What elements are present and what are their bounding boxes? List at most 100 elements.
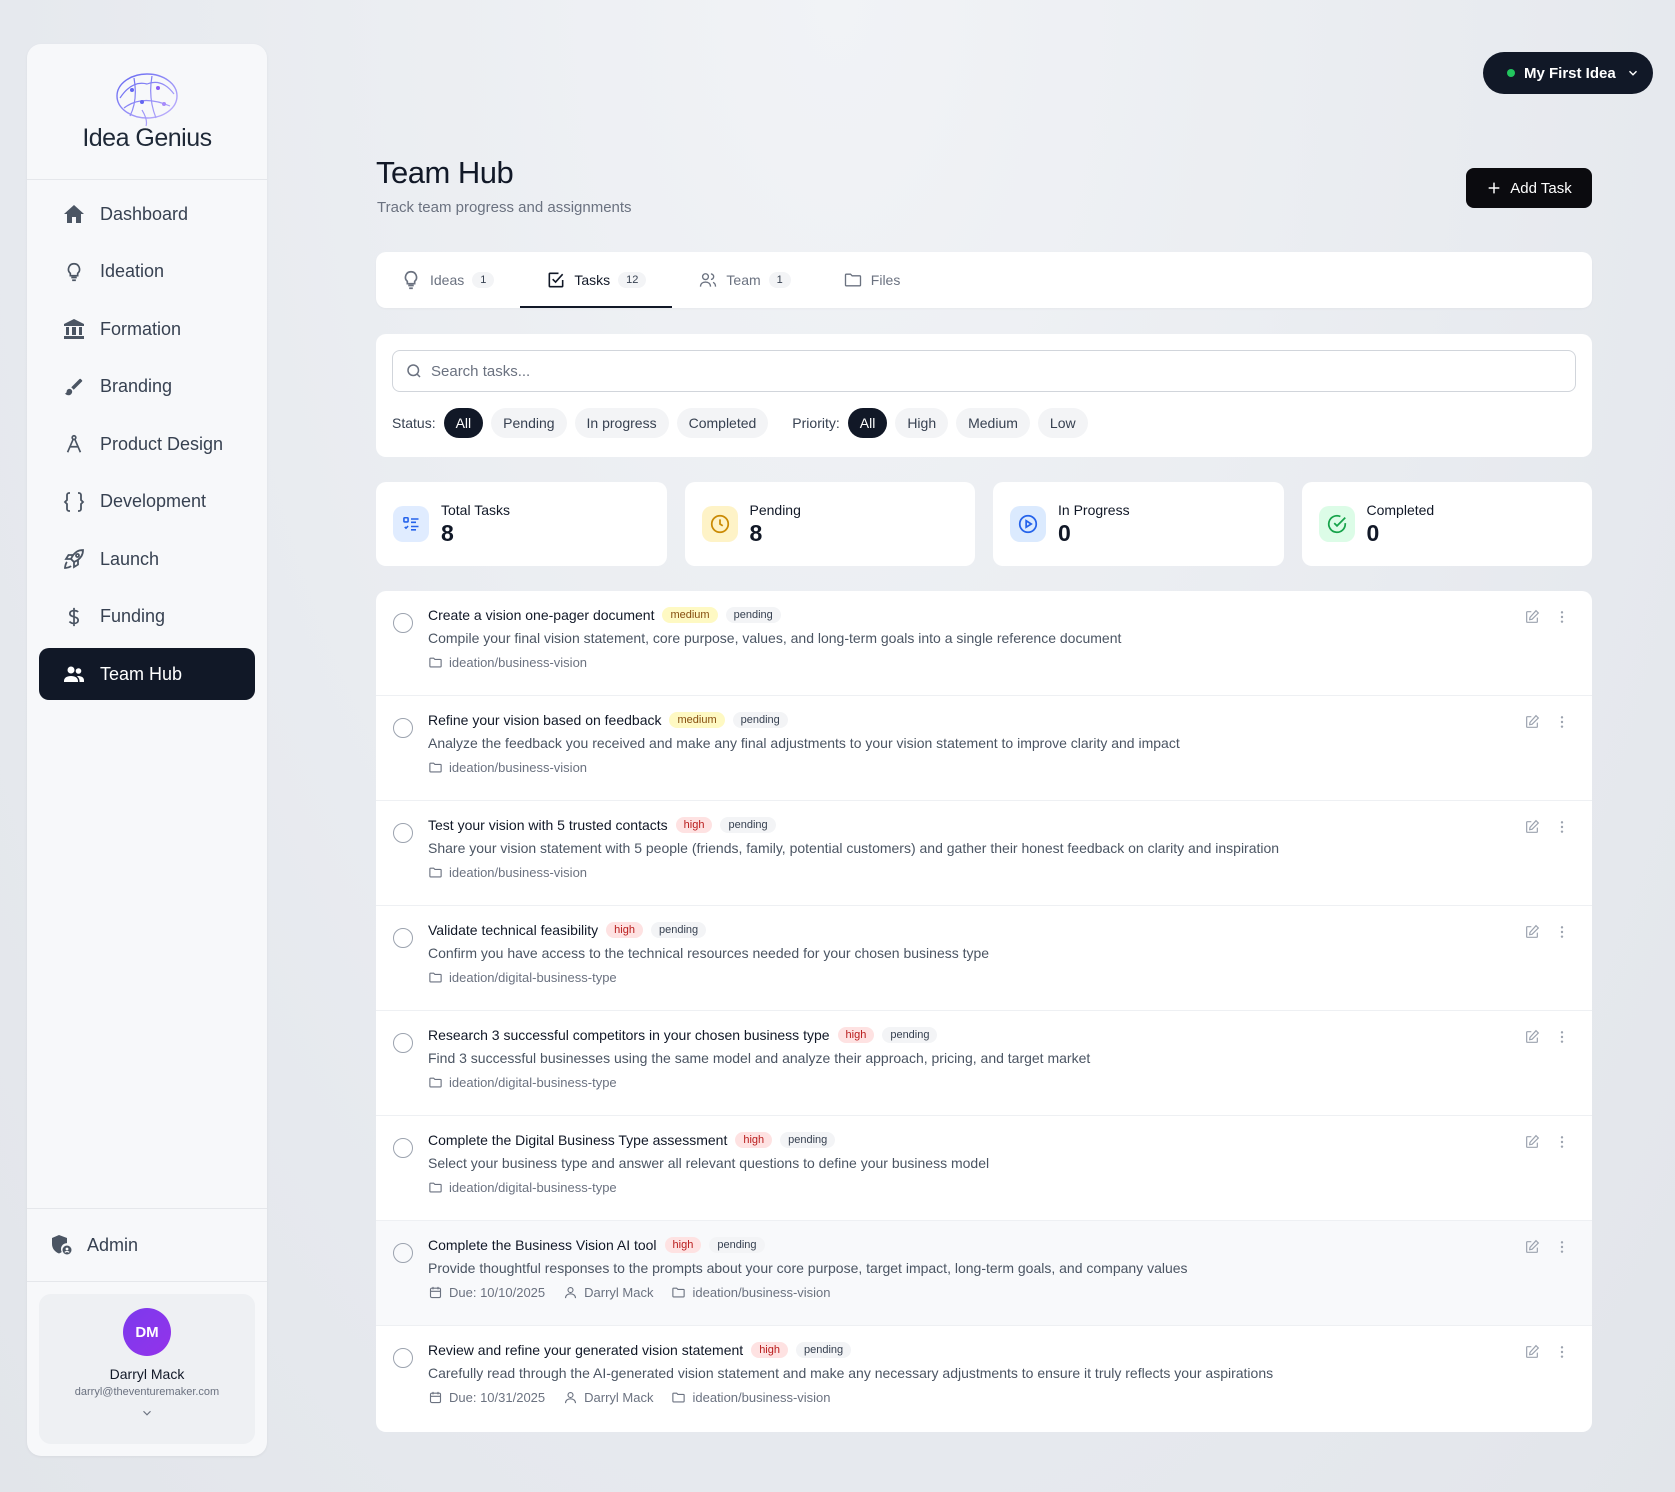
search-input[interactable] xyxy=(431,362,1575,380)
task-row[interactable]: Test your vision with 5 trusted contacts… xyxy=(376,801,1592,906)
task-path: ideation/digital-business-type xyxy=(428,1075,617,1090)
priority-chip-high[interactable]: High xyxy=(895,408,949,438)
sidebar-item-development[interactable]: Development xyxy=(39,476,255,528)
search-box[interactable] xyxy=(392,350,1576,392)
tab-count-badge: 1 xyxy=(768,272,791,288)
task-checkbox[interactable] xyxy=(393,823,413,843)
sidebar-item-admin[interactable]: Admin xyxy=(27,1208,267,1282)
task-checkbox[interactable] xyxy=(393,1033,413,1053)
sidebar-item-label: Formation xyxy=(100,318,182,339)
more-vertical-icon[interactable] xyxy=(1554,609,1570,625)
edit-icon[interactable] xyxy=(1524,1029,1540,1045)
edit-icon[interactable] xyxy=(1524,1134,1540,1150)
task-path: ideation/business-vision xyxy=(671,1390,831,1405)
sidebar-item-product-design[interactable]: Product Design xyxy=(39,418,255,470)
folder-icon xyxy=(428,655,443,670)
sidebar-item-ideation[interactable]: Ideation xyxy=(39,246,255,298)
sidebar-item-label: Product Design xyxy=(100,433,224,454)
idea-selector[interactable]: My First Idea xyxy=(1483,52,1653,94)
task-description: Find 3 successful businesses using the s… xyxy=(428,1050,1091,1066)
tab-files[interactable]: Files xyxy=(817,252,927,308)
more-vertical-icon[interactable] xyxy=(1554,924,1570,940)
task-checkbox[interactable] xyxy=(393,928,413,948)
path-text: ideation/business-vision xyxy=(692,1285,831,1300)
task-checkbox[interactable] xyxy=(393,613,413,633)
task-actions xyxy=(1524,1344,1570,1360)
task-checkbox[interactable] xyxy=(393,1243,413,1263)
tab-ideas[interactable]: Ideas 1 xyxy=(376,252,520,308)
chevron-down-icon[interactable] xyxy=(140,1406,154,1425)
priority-chip-all[interactable]: All xyxy=(847,408,888,438)
status-chip-in-progress[interactable]: In progress xyxy=(574,408,669,438)
status-chip-completed[interactable]: Completed xyxy=(676,408,769,438)
sidebar-nav: Dashboard Ideation Formation Branding Produc… xyxy=(27,180,267,1208)
list-icon xyxy=(393,506,429,542)
sidebar: Idea Genius Dashboard Ideation Formation Br… xyxy=(27,44,267,1456)
more-vertical-icon[interactable] xyxy=(1554,819,1570,835)
edit-icon[interactable] xyxy=(1524,1344,1540,1360)
tab-label: Team xyxy=(726,272,761,288)
status-chip-pending[interactable]: Pending xyxy=(491,408,567,438)
sidebar-item-label: Ideation xyxy=(100,261,165,281)
priority-filter-label: Priority: xyxy=(792,415,840,431)
sidebar-item-branding[interactable]: Branding xyxy=(39,361,255,413)
stat-value: 0 xyxy=(1058,519,1071,546)
add-task-label: Add Task xyxy=(1510,179,1572,197)
task-meta: ideation/business-vision xyxy=(428,655,1592,670)
brain-logo-icon xyxy=(116,73,178,127)
task-checkbox[interactable] xyxy=(393,718,413,738)
rocket-icon xyxy=(61,546,87,572)
brand-logo[interactable]: Idea Genius xyxy=(27,44,267,180)
more-vertical-icon[interactable] xyxy=(1554,1239,1570,1255)
task-row[interactable]: Refine your vision based on feedback medi… xyxy=(376,696,1592,801)
task-row[interactable]: Create a vision one-pager document medium… xyxy=(376,591,1592,696)
priority-chip-medium[interactable]: Medium xyxy=(956,408,1030,438)
sidebar-item-funding[interactable]: Funding xyxy=(39,591,255,643)
task-due-date: Due: 10/31/2025 xyxy=(428,1390,545,1405)
more-vertical-icon[interactable] xyxy=(1554,1134,1570,1150)
clock-icon xyxy=(701,506,738,542)
tab-label: Files xyxy=(870,272,901,288)
task-checkbox[interactable] xyxy=(393,1138,413,1158)
priority-badge: high xyxy=(606,922,643,938)
stat-value: 8 xyxy=(749,519,763,546)
task-actions xyxy=(1524,609,1570,625)
search-icon xyxy=(407,364,421,378)
edit-icon[interactable] xyxy=(1524,819,1540,835)
add-task-button[interactable]: Add Task xyxy=(1466,168,1592,208)
task-description: Provide thoughtful responses to the prom… xyxy=(428,1260,1188,1276)
stat-text: Total Tasks 8 xyxy=(441,502,510,547)
stat-text: Completed 0 xyxy=(1367,502,1435,547)
brush-icon xyxy=(61,374,87,400)
user-card[interactable]: DM Darryl Mack darryl@theventuremaker.co… xyxy=(39,1294,255,1444)
more-vertical-icon[interactable] xyxy=(1554,714,1570,730)
sidebar-item-launch[interactable]: Launch xyxy=(39,533,255,585)
task-path: ideation/business-vision xyxy=(428,760,587,775)
edit-icon[interactable] xyxy=(1524,609,1540,625)
task-title-row: Review and refine your generated vision … xyxy=(428,1342,1592,1358)
sidebar-item-formation[interactable]: Formation xyxy=(39,303,255,355)
task-meta: ideation/digital-business-type xyxy=(428,1180,1592,1195)
status-chip-all[interactable]: All xyxy=(443,408,484,438)
task-checkbox[interactable] xyxy=(393,1348,413,1368)
more-vertical-icon[interactable] xyxy=(1554,1029,1570,1045)
more-vertical-icon[interactable] xyxy=(1554,1344,1570,1360)
task-assignee: Darryl Mack xyxy=(563,1285,653,1300)
tab-team[interactable]: Team 1 xyxy=(672,252,816,308)
plus-icon xyxy=(1488,182,1500,194)
edit-icon[interactable] xyxy=(1524,924,1540,940)
edit-icon[interactable] xyxy=(1524,1239,1540,1255)
sidebar-item-team-hub[interactable]: Team Hub xyxy=(39,648,255,700)
task-row[interactable]: Complete the Business Vision AI tool high… xyxy=(376,1221,1592,1326)
task-row[interactable]: Validate technical feasibility high pendin… xyxy=(376,906,1592,1011)
priority-chip-low[interactable]: Low xyxy=(1037,408,1088,438)
task-actions xyxy=(1524,1134,1570,1150)
edit-icon[interactable] xyxy=(1524,714,1540,730)
task-row[interactable]: Review and refine your generated vision … xyxy=(376,1326,1592,1431)
task-row[interactable]: Complete the Digital Business Type asses… xyxy=(376,1116,1592,1221)
task-title-row: Complete the Digital Business Type asses… xyxy=(428,1132,1592,1148)
tab-tasks[interactable]: Tasks 12 xyxy=(520,252,673,308)
users-icon xyxy=(61,661,87,687)
sidebar-item-dashboard[interactable]: Dashboard xyxy=(39,188,255,240)
task-row[interactable]: Research 3 successful competitors in you… xyxy=(376,1011,1592,1116)
